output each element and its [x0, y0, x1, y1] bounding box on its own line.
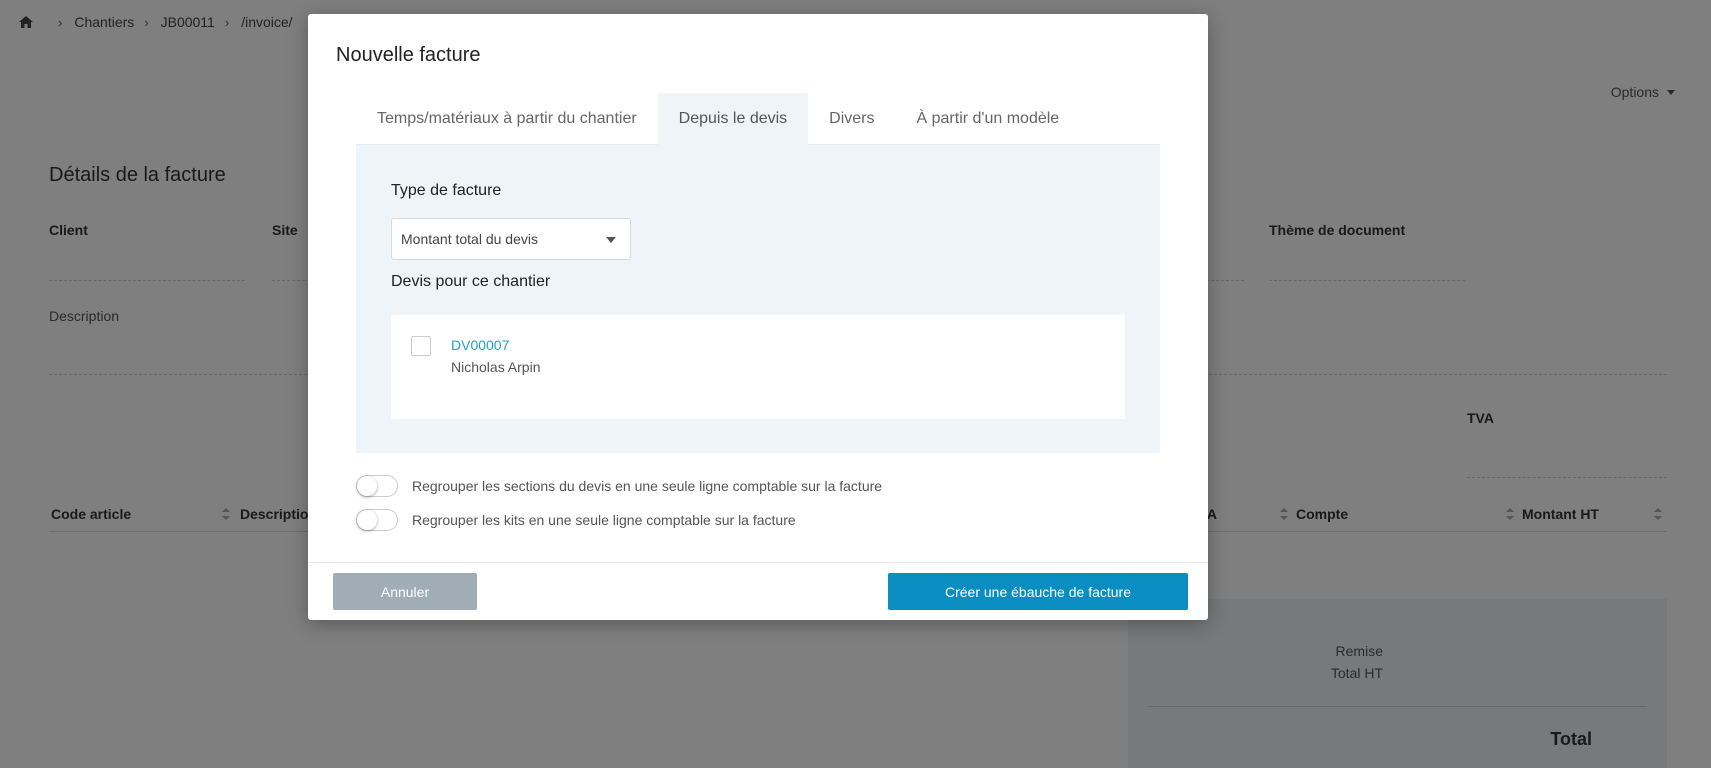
tab-time-materials[interactable]: Temps/matériaux à partir du chantier: [356, 93, 658, 145]
create-draft-invoice-button[interactable]: Créer une ébauche de facture: [888, 573, 1188, 610]
modal-footer: Annuler Créer une ébauche de facture: [308, 562, 1208, 620]
new-invoice-modal: Nouvelle facture Temps/matériaux à parti…: [308, 14, 1208, 620]
cancel-button[interactable]: Annuler: [333, 573, 477, 610]
from-quote-panel: Type de facture Montant total du devis D…: [356, 145, 1160, 453]
quote-number-link[interactable]: DV00007: [451, 337, 509, 353]
quote-client-name: Nicholas Arpin: [451, 359, 541, 375]
tab-from-template[interactable]: À partir d'un modèle: [896, 93, 1081, 145]
invoice-type-select[interactable]: Montant total du devis: [391, 218, 631, 260]
dropdown-arrow-icon: [606, 237, 616, 243]
quotes-label: Devis pour ce chantier: [391, 273, 551, 290]
group-kits-toggle[interactable]: [356, 509, 398, 531]
group-sections-toggle[interactable]: [356, 475, 398, 497]
modal-title: Nouvelle facture: [336, 44, 481, 66]
toggle-row-group-sections: Regrouper les sections du devis en une s…: [356, 475, 882, 497]
toggle-row-group-kits: Regrouper les kits en une seule ligne co…: [356, 509, 796, 531]
group-sections-label: Regrouper les sections du devis en une s…: [412, 478, 883, 494]
invoice-type-value: Montant total du devis: [401, 231, 538, 247]
quote-list: DV00007 Nicholas Arpin: [391, 315, 1125, 419]
tab-misc[interactable]: Divers: [808, 93, 895, 145]
toggle-knob: [357, 510, 377, 530]
quote-checkbox[interactable]: [411, 336, 431, 356]
group-kits-label: Regrouper les kits en une seule ligne co…: [412, 512, 796, 528]
toggle-knob: [357, 476, 377, 496]
invoice-type-label: Type de facture: [391, 182, 502, 199]
tab-from-quote[interactable]: Depuis le devis: [657, 93, 809, 145]
invoice-source-tabs: Temps/matériaux à partir du chantier Dep…: [356, 93, 1160, 145]
